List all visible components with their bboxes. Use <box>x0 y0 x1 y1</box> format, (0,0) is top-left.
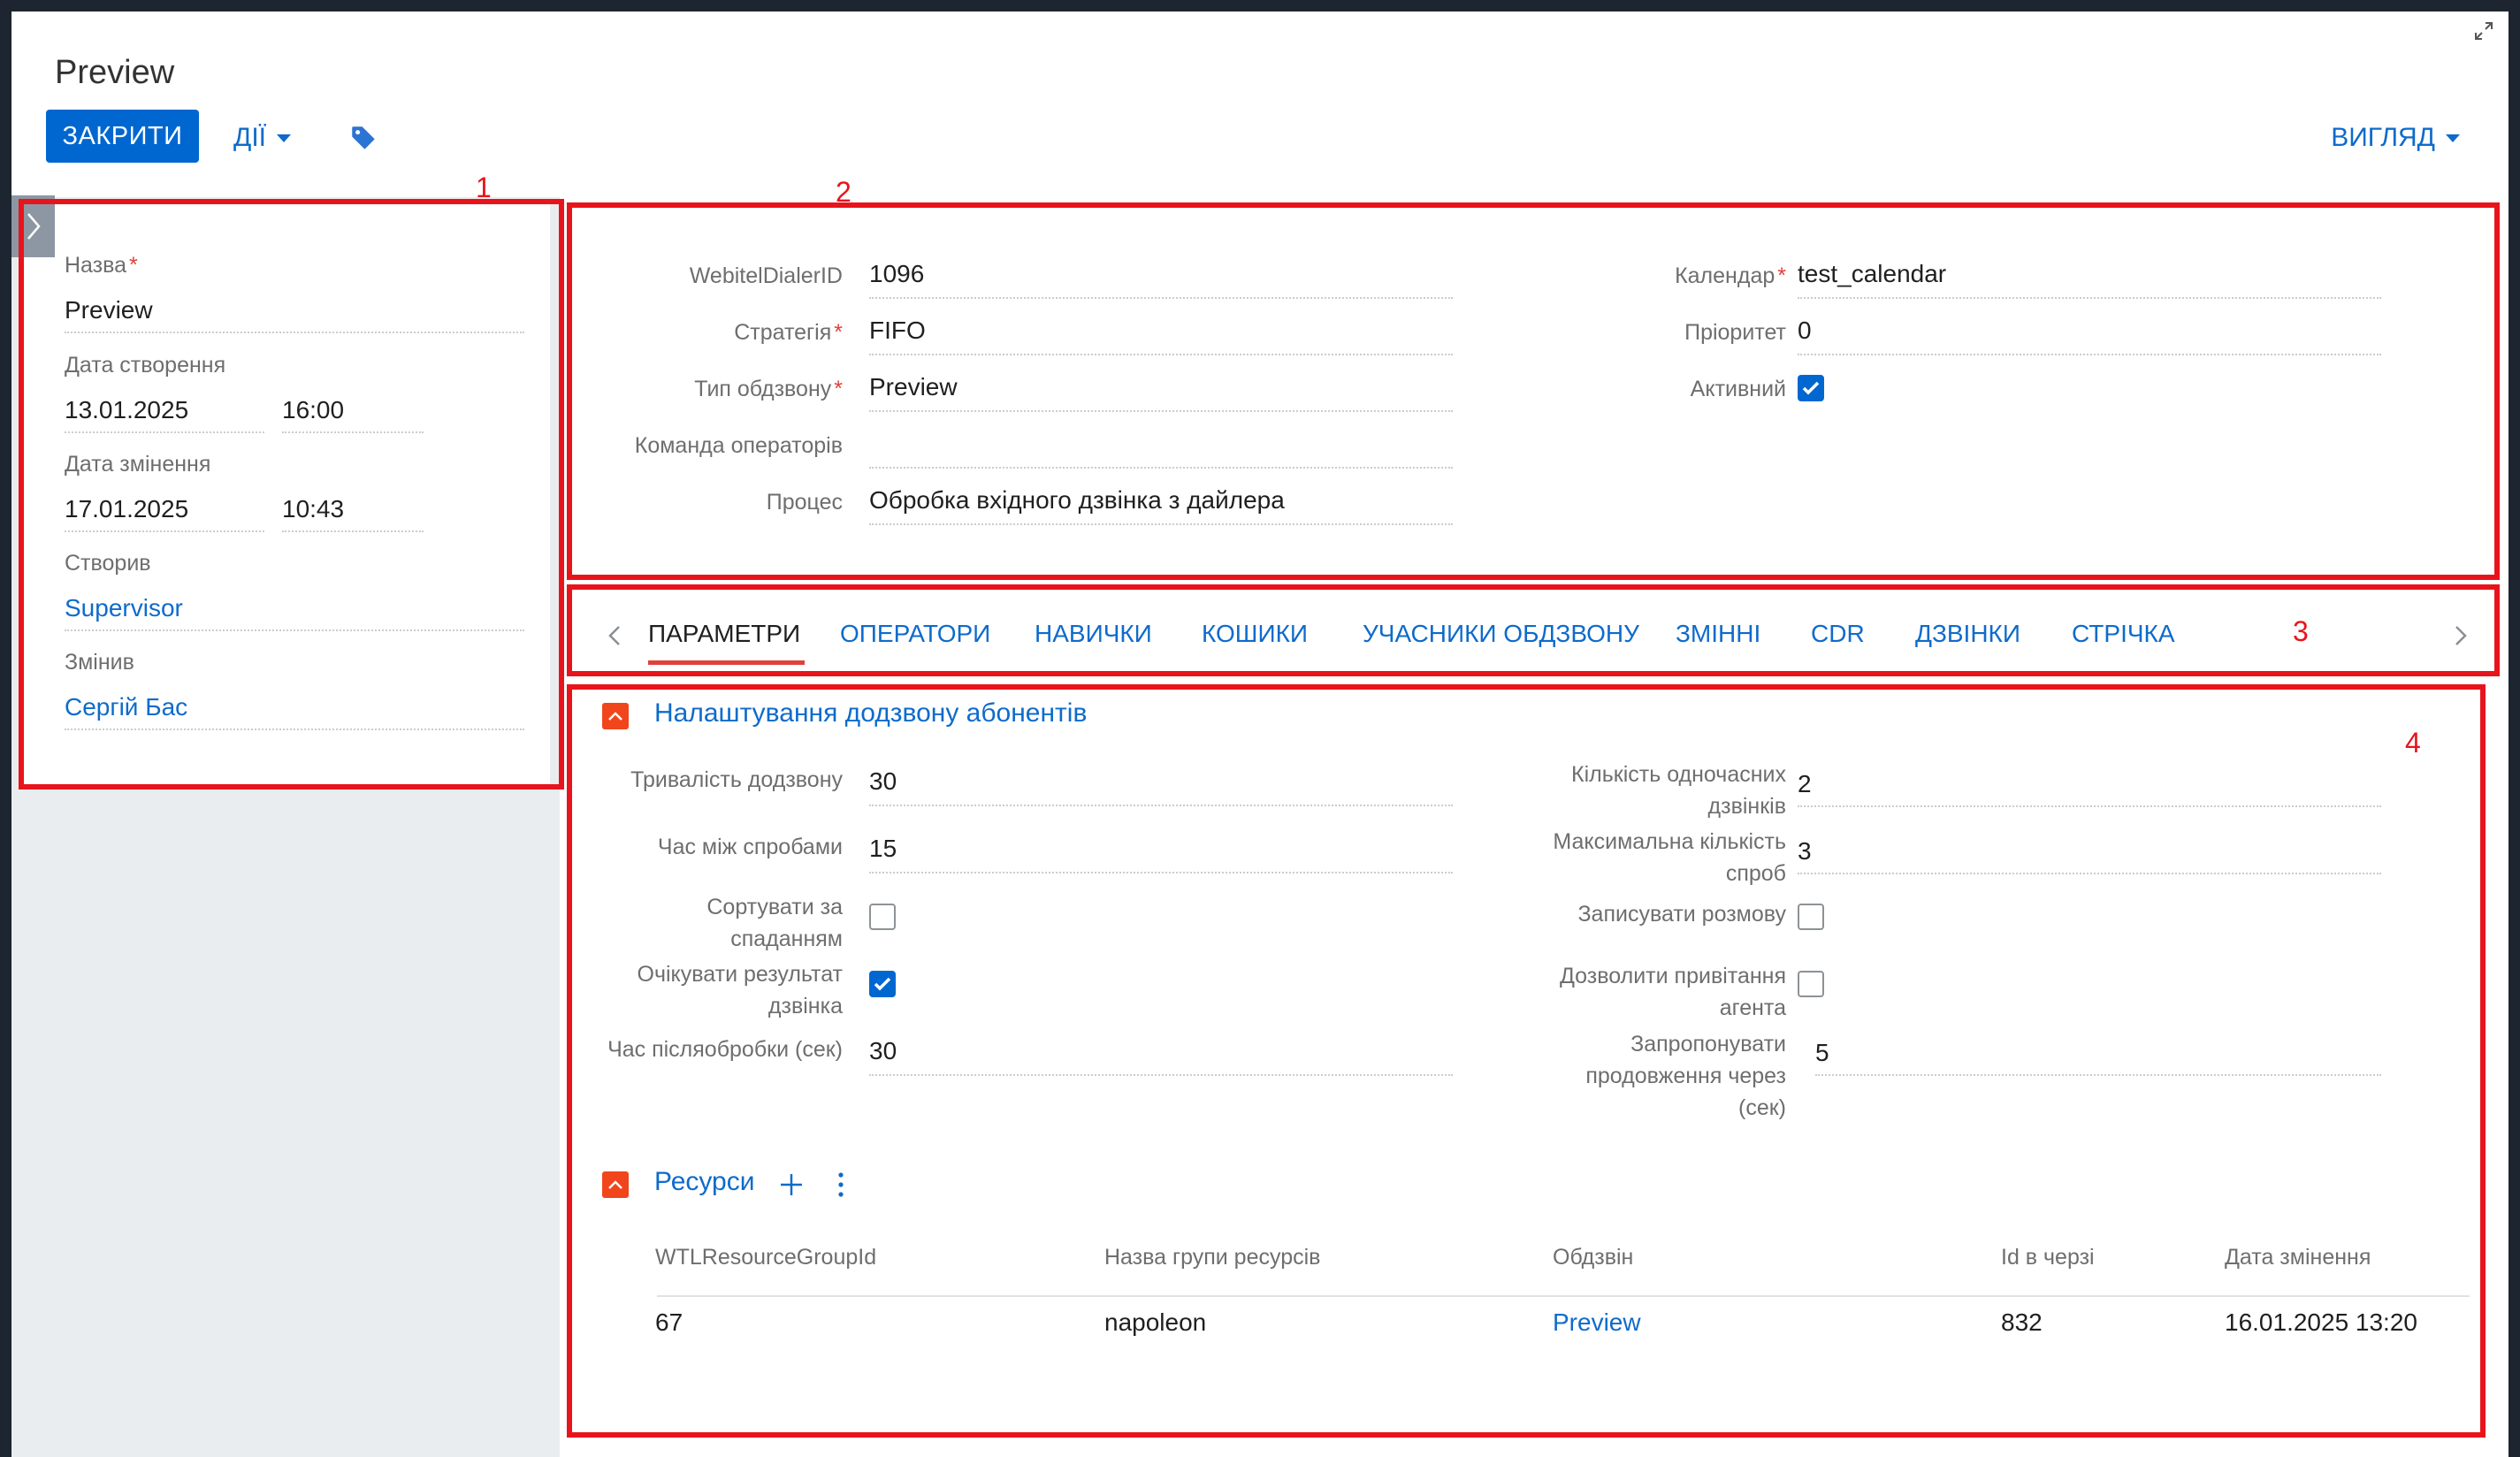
annotation-label-4: 4 <box>2405 727 2421 759</box>
annotation-box-1 <box>19 199 564 790</box>
tag-icon[interactable] <box>348 123 378 153</box>
annotation-label-2: 2 <box>836 176 851 208</box>
annotation-box-4 <box>567 684 2486 1438</box>
view-menu-label: ВИГЛЯД <box>2331 123 2435 152</box>
preview-window: Preview ЗАКРИТИ ДІЇ ВИГЛЯД Назва * Previe… <box>11 11 2509 1457</box>
annotation-box-2 <box>567 202 2500 580</box>
actions-menu-label: ДІЇ <box>233 123 266 152</box>
annotation-label-3: 3 <box>2293 615 2309 647</box>
annotation-label-1: 1 <box>476 172 492 203</box>
chevron-down-icon <box>2446 133 2460 142</box>
close-button[interactable]: ЗАКРИТИ <box>46 110 199 163</box>
actions-menu[interactable]: ДІЇ <box>233 123 291 153</box>
chevron-down-icon <box>277 133 291 142</box>
view-menu[interactable]: ВИГЛЯД <box>2331 123 2460 153</box>
page-title: Preview <box>55 54 175 91</box>
expand-icon[interactable] <box>2473 20 2494 42</box>
annotation-box-3 <box>567 584 2500 676</box>
